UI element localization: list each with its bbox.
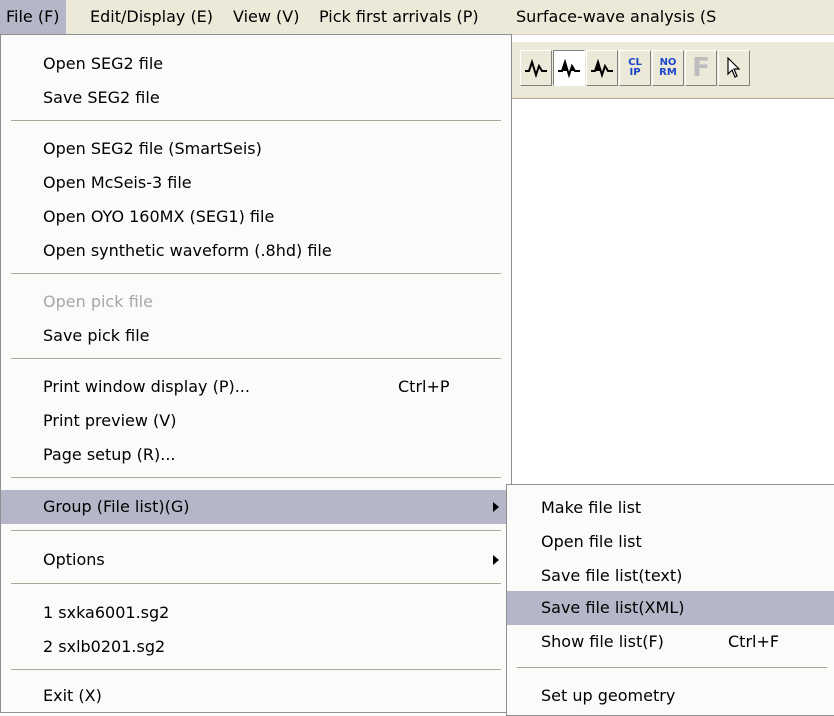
menu-item-label: Open synthetic waveform (.8hd) file	[43, 241, 332, 260]
shortcut-label: Ctrl+F	[728, 632, 780, 651]
clip-icon: CL IP	[628, 57, 642, 78]
variable-area-icon	[558, 58, 580, 78]
wiggle-icon	[525, 58, 547, 78]
menu-bar: File (F) Edit/Display (E) View (V) Pick …	[0, 0, 834, 35]
menu-item-label: Open SEG2 file	[43, 54, 164, 73]
menu-item-save-file-list-xml[interactable]: Save file list(XML)	[507, 591, 834, 625]
menu-separator	[11, 477, 501, 478]
wiggle-fill-icon	[591, 58, 613, 78]
menu-item-open-file-list[interactable]: Open file list	[507, 525, 834, 559]
menu-item-label: Open SEG2 file (SmartSeis)	[43, 139, 262, 158]
menu-item-set-up-geometry[interactable]: Set up geometry	[507, 679, 834, 713]
menu-item-open-synthetic[interactable]: Open synthetic waveform (.8hd) file	[1, 234, 511, 268]
menu-item-label: Make file list	[541, 498, 642, 517]
menu-item-open-oyo[interactable]: Open OYO 160MX (SEG1) file	[1, 200, 511, 234]
menu-separator	[11, 120, 501, 121]
menu-item-save-file-list-text[interactable]: Save file list(text)	[507, 559, 834, 593]
menu-surface-wave-analysis[interactable]: Surface-wave analysis (S	[510, 0, 722, 34]
menu-item-label: 2 sxlb0201.sg2	[43, 637, 166, 656]
menu-item-page-setup[interactable]: Page setup (R)...	[1, 438, 511, 472]
menu-item-options[interactable]: Options	[1, 543, 511, 577]
menu-item-label: Show file list(F)	[541, 632, 664, 651]
menu-file[interactable]: File (F)	[0, 0, 66, 34]
menu-item-label: Open McSeis-3 file	[43, 173, 192, 192]
menu-item-label: Open file list	[541, 532, 642, 551]
menu-item-make-file-list[interactable]: Make file list	[507, 491, 834, 525]
menu-item-save-seg2[interactable]: Save SEG2 file	[1, 81, 511, 115]
f-icon: F	[692, 53, 710, 83]
menu-separator	[11, 273, 501, 274]
menu-item-print[interactable]: Print window display (P)... Ctrl+P	[1, 370, 511, 404]
menu-item-label: Save file list(XML)	[541, 598, 685, 617]
menu-edit-display[interactable]: Edit/Display (E)	[84, 0, 219, 34]
variable-area-button[interactable]	[553, 50, 585, 86]
menu-item-open-pick: Open pick file	[1, 285, 511, 319]
group-submenu: Make file list Open file list Save file …	[506, 484, 834, 716]
menu-item-label: Exit (X)	[43, 686, 102, 705]
menu-item-label: Open OYO 160MX (SEG1) file	[43, 207, 275, 226]
menu-item-label: Page setup (R)...	[43, 445, 176, 464]
menu-view[interactable]: View (V)	[227, 0, 305, 34]
menu-item-group-file-list[interactable]: Group (File list)(G)	[1, 490, 511, 524]
menu-separator	[11, 583, 501, 584]
menu-item-label: Open pick file	[43, 292, 153, 311]
menu-separator	[517, 667, 827, 668]
menu-item-recent-file-2[interactable]: 2 sxlb0201.sg2	[1, 630, 511, 664]
normalize-button[interactable]: NO RM	[652, 50, 684, 86]
file-menu: Open SEG2 file Save SEG2 file Open SEG2 …	[0, 34, 512, 713]
f-button[interactable]: F	[685, 50, 717, 86]
submenu-arrow-icon	[493, 502, 499, 512]
submenu-arrow-icon	[493, 555, 499, 565]
menu-item-label: 1 sxka6001.sg2	[43, 603, 170, 622]
menu-item-label: Save SEG2 file	[43, 88, 160, 107]
menu-item-label: Group (File list)(G)	[43, 497, 190, 516]
toolbar: CL IP NO RM F	[512, 42, 834, 99]
menu-item-label: Print window display (P)...	[43, 377, 250, 396]
pointer-button[interactable]	[718, 50, 750, 86]
menu-item-label: Set up geometry	[541, 686, 676, 705]
menu-item-recent-file-1[interactable]: 1 sxka6001.sg2	[1, 596, 511, 630]
menu-item-open-mcseis[interactable]: Open McSeis-3 file	[1, 166, 511, 200]
menu-item-print-preview[interactable]: Print preview (V)	[1, 404, 511, 438]
menu-item-save-pick[interactable]: Save pick file	[1, 319, 511, 353]
menu-item-show-file-list[interactable]: Show file list(F) Ctrl+F	[507, 625, 834, 659]
wiggle-button[interactable]	[520, 50, 552, 86]
menu-item-label: Options	[43, 550, 105, 569]
menu-item-open-seg2[interactable]: Open SEG2 file	[1, 47, 511, 81]
normalize-icon: NO RM	[659, 57, 677, 78]
menu-item-label: Save file list(text)	[541, 566, 683, 585]
wiggle-fill-button[interactable]	[586, 50, 618, 86]
menu-separator	[11, 530, 501, 531]
menu-item-exit[interactable]: Exit (X)	[1, 679, 511, 713]
shortcut-label: Ctrl+P	[398, 377, 450, 396]
menu-separator	[11, 669, 501, 670]
menu-separator	[11, 358, 501, 359]
menu-pick-first-arrivals[interactable]: Pick first arrivals (P)	[313, 0, 485, 34]
menu-item-label: Print preview (V)	[43, 411, 177, 430]
menu-item-label: Save pick file	[43, 326, 150, 345]
menu-item-open-seg2-smartseis[interactable]: Open SEG2 file (SmartSeis)	[1, 132, 511, 166]
clip-button[interactable]: CL IP	[619, 50, 651, 86]
pointer-icon	[727, 57, 741, 78]
